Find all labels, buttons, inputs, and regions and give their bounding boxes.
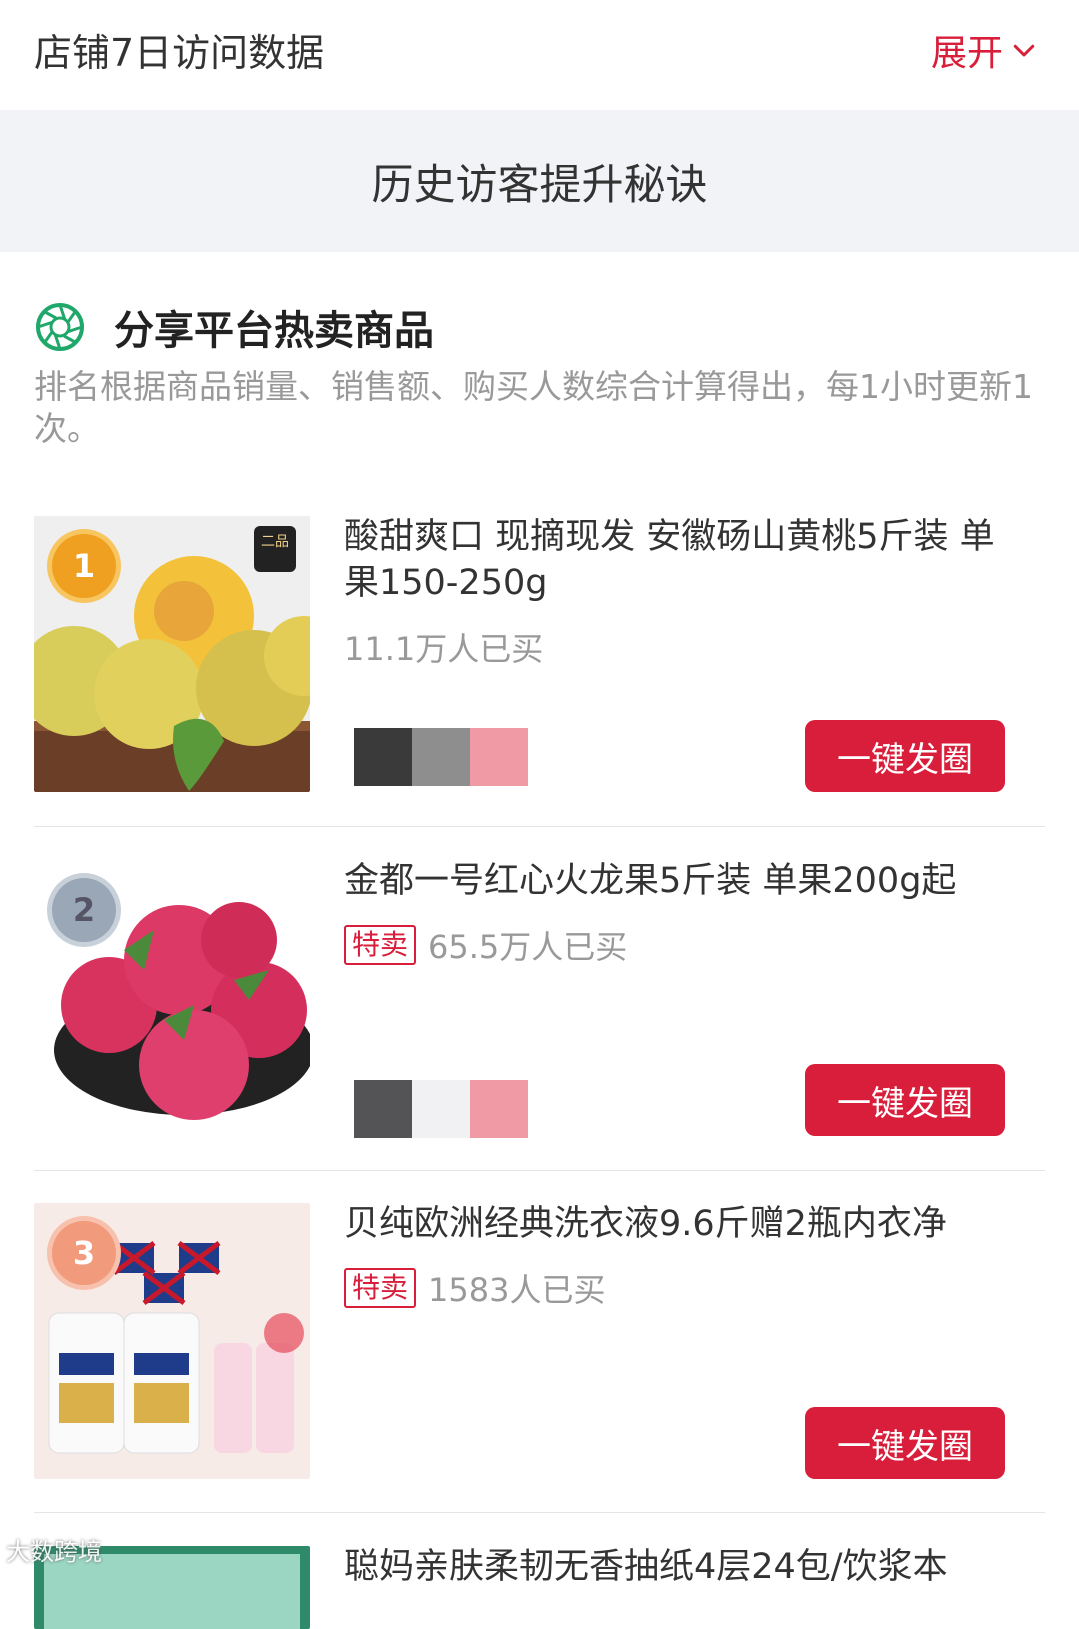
- product-name[interactable]: 金都一号红心火龙果5斤装 单果200g起: [344, 858, 1014, 904]
- swatch: [470, 1080, 528, 1138]
- color-swatches: [354, 728, 528, 786]
- product-name[interactable]: 贝纯欧洲经典洗衣液9.6斤赠2瓶内衣净: [344, 1201, 1014, 1247]
- sold-text: 1583人已买: [428, 1271, 606, 1309]
- divider: [34, 1170, 1045, 1171]
- product-sold-count: 11.1万人已买: [344, 624, 543, 670]
- swatch: [354, 1080, 412, 1138]
- share-to-moments-button[interactable]: 一键发圈: [805, 1407, 1005, 1479]
- rank-badge: 3: [52, 1221, 116, 1285]
- sold-text: 11.1万人已买: [344, 630, 544, 668]
- section-title: 分享平台热卖商品: [114, 308, 434, 354]
- watermark: 大数跨境: [6, 1538, 102, 1566]
- sold-text: 65.5万人已买: [428, 928, 628, 966]
- product-card[interactable]: 聪妈亲肤柔韧无香抽纸4层24包/饮浆本: [34, 1546, 1045, 1629]
- section-header: 分享平台热卖商品: [34, 298, 434, 356]
- product-card[interactable]: 1 二品 酸甜爽口 现摘现发 安徽砀山黄桃5斤装 单果150-250g 11.1…: [34, 516, 1045, 792]
- store-visit-data-title: 店铺7日访问数据: [34, 31, 325, 75]
- product-card[interactable]: 3 贝纯欧洲经典洗衣液9.6斤赠2瓶内衣净 特卖 1583人已买 一键发圈: [34, 1203, 1045, 1479]
- divider: [34, 1512, 1045, 1513]
- brand-logo: 二品: [261, 534, 289, 550]
- rank-badge: 1: [52, 534, 116, 598]
- product-image-yellow-peach[interactable]: 1 二品: [34, 516, 310, 792]
- special-sale-tag: 特卖: [344, 1268, 417, 1308]
- chevron-down-icon: [1013, 44, 1035, 57]
- special-sale-tag: 特卖: [344, 925, 417, 965]
- share-to-moments-button[interactable]: 一键发圈: [805, 1064, 1005, 1136]
- share-to-moments-button[interactable]: 一键发圈: [805, 720, 1005, 792]
- color-swatches: [354, 1080, 528, 1138]
- product-sold-count: 特卖 1583人已买: [344, 1265, 605, 1311]
- product-image-dragon-fruit[interactable]: 2: [34, 860, 310, 1136]
- swatch: [412, 1080, 470, 1138]
- product-name[interactable]: 聪妈亲肤柔韧无香抽纸4层24包/饮浆本: [344, 1546, 1014, 1590]
- swatch: [354, 728, 412, 786]
- expand-button[interactable]: 展开: [931, 24, 1039, 76]
- rank-number: 1: [72, 547, 96, 585]
- product-sold-count: 特卖 65.5万人已买: [344, 922, 627, 968]
- product-image-laundry-detergent[interactable]: 3: [34, 1203, 310, 1479]
- visitor-tips-label: 历史访客提升秘诀: [371, 159, 708, 209]
- section-description: 排名根据商品销量、销售额、购买人数综合计算得出，每1小时更新1次。: [34, 367, 1033, 448]
- shutter-icon: [36, 303, 84, 351]
- rank-badge: 2: [52, 878, 116, 942]
- top-bar: 店铺7日访问数据 展开: [0, 0, 1079, 110]
- visitor-tips-banner[interactable]: 历史访客提升秘诀: [0, 110, 1079, 252]
- rank-number: 2: [72, 891, 96, 929]
- swatch: [412, 728, 470, 786]
- swatch: [470, 728, 528, 786]
- rank-number: 3: [72, 1234, 96, 1272]
- divider: [34, 826, 1045, 827]
- product-card[interactable]: 2 金都一号红心火龙果5斤装 单果200g起 特卖 65.5万人已买 一键发圈: [34, 858, 1045, 1138]
- expand-label: 展开: [930, 33, 1003, 74]
- product-name[interactable]: 酸甜爽口 现摘现发 安徽砀山黄桃5斤装 单果150-250g: [344, 514, 1014, 606]
